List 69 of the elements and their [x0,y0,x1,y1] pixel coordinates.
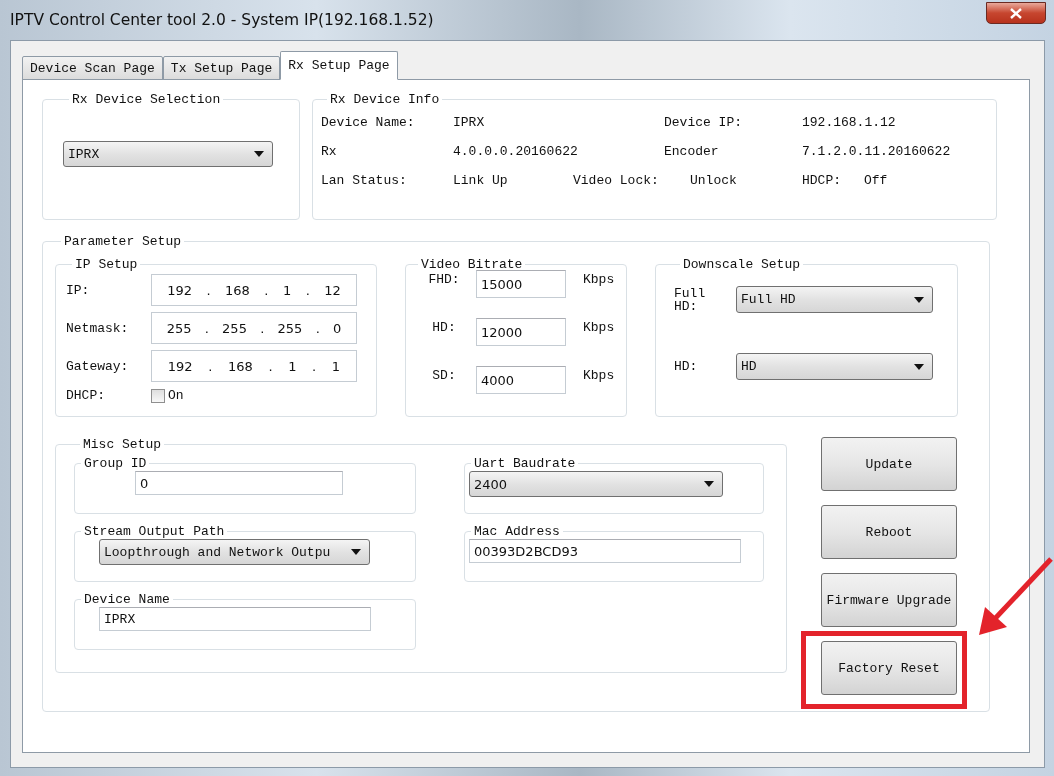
caret-icon [254,151,264,157]
close-icon [1010,7,1022,19]
window-title: IPTV Control Center tool 2.0 - System IP(192.168.1.52) [10,11,434,29]
field-label: SD: [431,368,457,383]
downscale-dropdown[interactable]: HD [736,353,933,380]
group-title: Downscale Setup [682,257,802,272]
info-label: Rx [321,144,338,159]
group-title: Video Bitrate [420,257,524,272]
ip-address-field[interactable]: 255 . 255 . 255 . 0 [151,312,357,344]
group-title: Rx Device Selection [71,92,222,107]
arrow-icon [977,555,1054,637]
field-label: Netmask: [66,320,130,336]
action-button[interactable]: Firmware Upgrade [821,573,957,627]
info-label: HDCP: [802,173,842,188]
text-field[interactable]: IPRX [99,607,371,631]
text-field[interactable]: 00393D2BCD93 [469,539,741,563]
field-label: HD: [674,360,699,373]
tab[interactable]: Rx Setup Page [280,51,398,80]
info-value: Link Up [453,173,509,188]
ip-address-field[interactable]: 192 . 168 . 1 . 12 [151,274,357,306]
unit-label: Kbps [583,272,615,287]
checkbox-label: On [168,388,184,403]
caret-icon [704,481,714,487]
unit-label: Kbps [583,368,615,383]
action-button[interactable]: Update [821,437,957,491]
field-label: Gateway: [66,358,130,374]
info-label: Device Name: [321,115,416,130]
group-title: Stream Output Path [83,524,226,539]
checkbox[interactable] [151,388,165,403]
tab[interactable]: Device Scan Page [22,56,163,80]
field-label: FHD: [427,272,461,287]
caret-icon [351,549,361,555]
field-label: IP: [66,282,91,298]
group-title: IP Setup [74,257,139,272]
info-label: Lan Status: [321,173,408,188]
bitrate-field[interactable]: 15000 [476,270,566,298]
tab[interactable]: Tx Setup Page [162,56,281,80]
dropdown[interactable]: Loopthrough and Network Outpu [99,539,370,565]
field-label: Full HD: [674,286,707,313]
group-title: Rx Device Info [329,92,441,107]
action-button[interactable]: Reboot [821,505,957,559]
bitrate-field[interactable]: 12000 [476,318,566,346]
field-label: DHCP: [66,388,106,403]
group-title: Mac Address [473,524,561,539]
bitrate-field[interactable]: 4000 [476,366,566,394]
info-value: IPRX [453,115,486,130]
info-label: Device IP: [664,115,743,130]
info-value: 7.1.2.0.11.20160622 [802,144,952,159]
group-title: Uart Baudrate [473,456,577,471]
info-label: Video Lock: [573,173,660,188]
group-title: Parameter Setup [63,234,183,249]
ip-address-field[interactable]: 192 . 168 . 1 . 1 [151,350,357,382]
field-label: HD: [431,320,457,335]
info-value: Unlock [690,173,738,188]
dropdown[interactable]: 2400 [469,471,723,497]
device-dropdown[interactable]: IPRX [63,141,273,167]
caret-icon [914,296,924,303]
unit-label: Kbps [583,320,615,335]
info-value: Off [864,173,889,188]
group-title: Device Name [83,592,171,607]
info-label: Encoder [664,144,720,159]
text-field[interactable]: 0 [135,471,343,495]
caret-icon [914,363,924,370]
action-button[interactable]: Factory Reset [821,641,957,695]
info-value: 192.168.1.12 [802,115,897,130]
group-title: Misc Setup [82,437,162,452]
downscale-dropdown[interactable]: Full HD [736,286,933,313]
close-button[interactable] [986,2,1046,24]
group-title: Group ID [83,456,148,471]
